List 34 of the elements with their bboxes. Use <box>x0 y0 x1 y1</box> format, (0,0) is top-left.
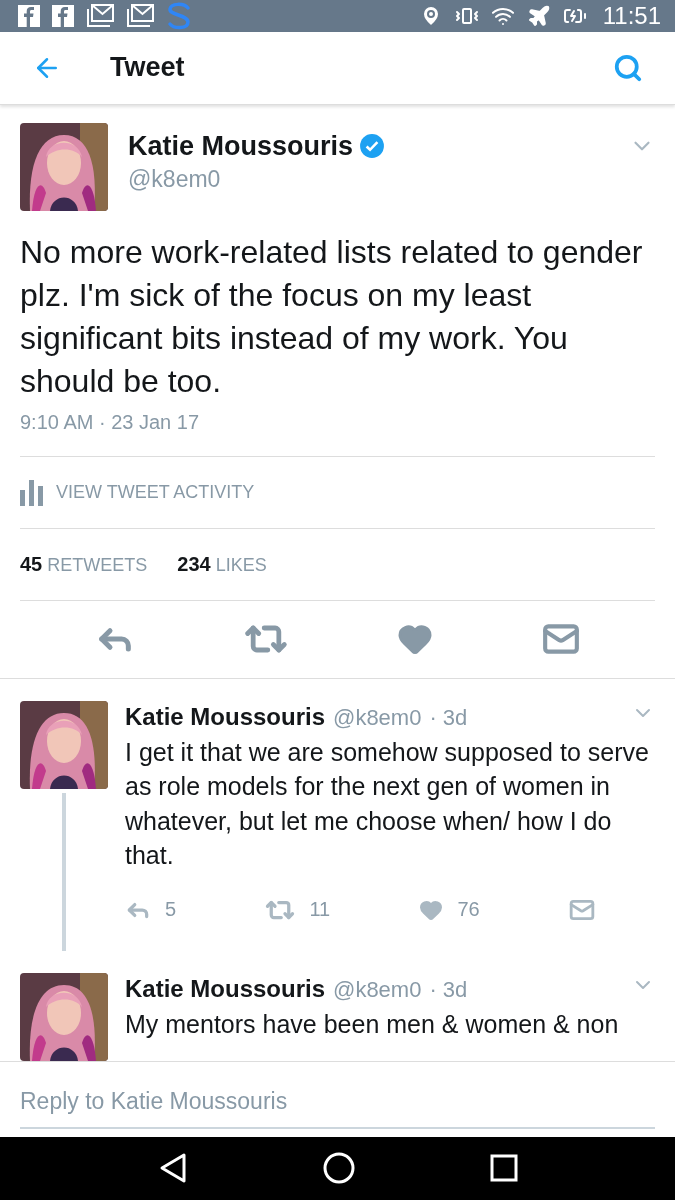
tweet-text: No more work-related lists related to gender plz. I'm sick of the focus on my least significant bits instead of my work. You should be too. <box>20 232 644 401</box>
reply-count: 5 <box>165 898 177 922</box>
retweet-button[interactable]: 11 <box>265 894 331 925</box>
search-icon <box>613 52 643 83</box>
bar-chart-icon <box>20 478 44 507</box>
reply-age: · 3d <box>429 976 468 1003</box>
clock-time: 11:51 <box>602 1 661 30</box>
s-logo-icon <box>166 1 192 30</box>
reply-age: · 3d <box>429 704 468 731</box>
reply-text: My mentors have been men & women & non <box>125 1008 620 1040</box>
mail-stack-icon <box>126 3 154 28</box>
facebook-icon <box>18 4 40 27</box>
facebook-icon <box>52 4 74 27</box>
airplane-icon <box>526 3 551 28</box>
stat-text[interactable]: 45 RETWEETS <box>20 552 148 576</box>
author-handle: @k8em0 <box>128 165 222 193</box>
author-name: Katie Moussouris <box>128 130 354 162</box>
reply-button[interactable]: 5 <box>125 894 177 925</box>
verified-badge-icon <box>359 133 386 160</box>
author-name: Katie Moussouris <box>125 974 326 1003</box>
home-nav-icon[interactable] <box>322 1152 355 1185</box>
stat-text[interactable]: 234 LIKES <box>177 552 267 576</box>
author-name: Katie Moussouris <box>125 702 326 731</box>
recents-nav-icon[interactable] <box>489 1154 518 1183</box>
like-button[interactable]: 76 <box>419 894 480 925</box>
author-handle: @k8em0 <box>333 704 422 731</box>
like-count: 76 <box>457 898 480 922</box>
reply-text: I get it that we are somehow supposed to serve as role models for the next gen of women in whatever, but let me choose when/ how I do that. <box>125 736 650 872</box>
tweet-timestamp: 9:10 AM · 23 Jan 17 <box>20 410 655 457</box>
view-activity-link[interactable]: VIEW TWEET ACTIVITY <box>56 481 255 503</box>
retweet-count: 11 <box>309 898 331 922</box>
mail-stack-icon <box>86 3 114 28</box>
page-title: Tweet <box>110 52 185 84</box>
author-handle: @k8em0 <box>333 976 422 1003</box>
